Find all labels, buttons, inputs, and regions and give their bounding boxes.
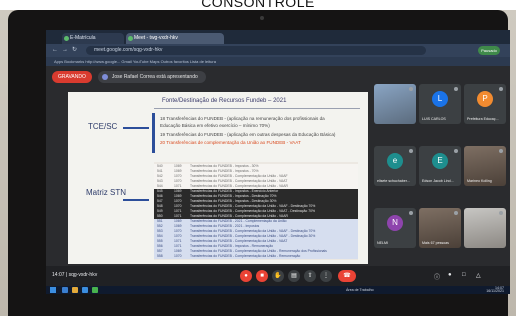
slide-line: 20 Transferências de complementação da U… (160, 140, 301, 145)
mic-status-icon (499, 87, 503, 91)
photo-caption: CONSONTROLE (201, 0, 315, 10)
row-code: 558 (157, 254, 163, 258)
mic-status-icon (454, 211, 458, 215)
recording-badge: GRAVANDO (52, 71, 92, 83)
back-icon[interactable]: ← (52, 47, 58, 54)
participant-tile[interactable] (464, 208, 506, 248)
participant-tile[interactable] (374, 84, 416, 124)
participant-tile[interactable]: E Edson Jacob Lind... (419, 146, 461, 186)
meeting-clock: 14:07 (52, 272, 65, 278)
tce-label: TCE/SC (88, 122, 118, 131)
participant-tile[interactable]: Marineo Kolling (464, 146, 506, 186)
participant-avatar: E (432, 153, 448, 169)
laptop-screen: E-Matrícula Meet - twg-vxdr-hkv ← → ↻ me… (46, 30, 510, 294)
participant-tile[interactable]: L LUIS CARLOS (419, 84, 461, 124)
mic-status-icon (409, 211, 413, 215)
row-description: Transferências do FUNDEB - Complementaçã… (190, 254, 301, 258)
url-field[interactable]: meet.google.com/sqg-vxdr-hkv (86, 46, 426, 55)
meeting-info: 14:07 | sqg-vxdr-hkv (52, 272, 98, 278)
participant-avatar: P (477, 91, 493, 107)
slide-line: 19 Transferências do FUNDEB - (aplicação… (160, 132, 336, 137)
captions-button[interactable]: ▤ (288, 270, 300, 282)
participant-avatar: e (387, 153, 403, 169)
mic-off-button[interactable]: ● (240, 270, 252, 282)
raise-hand-button[interactable]: ✋ (272, 270, 284, 282)
profile-button[interactable]: Pausado (478, 46, 500, 55)
presenter-text: Jose Rafael Correa está apresentando (111, 74, 198, 80)
mic-status-icon (409, 149, 413, 153)
participant-name: NELMI (377, 241, 388, 245)
meet-status-bar: GRAVANDO Jose Rafael Correa está apresen… (52, 71, 206, 83)
meet-window: GRAVANDO Jose Rafael Correa está apresen… (46, 66, 510, 266)
mic-status-icon (454, 87, 458, 91)
presenter-avatar-icon (101, 74, 108, 80)
present-button[interactable]: ⇧ (304, 270, 316, 282)
laptop-bezel: E-Matrícula Meet - twg-vxdr-hkv ← → ↻ me… (8, 10, 510, 316)
tab-label: E-Matrícula (70, 35, 96, 41)
row-id: 1070 (174, 254, 182, 258)
chat-icon[interactable]: □ (462, 272, 466, 278)
slide-line: Educação Básica em efetivo exercício – m… (160, 123, 270, 128)
participant-tile[interactable]: P Prefeitura Educaç... (464, 84, 506, 124)
activities-icon[interactable]: △ (476, 272, 481, 279)
browser-tab-2[interactable]: Meet - twg-vxdr-hkv (126, 33, 224, 44)
browser-tab-bar: E-Matrícula Meet - twg-vxdr-hkv (46, 30, 510, 44)
participant-grid: L LUIS CARLOS P Prefeitura Educaç... e eliset… (374, 74, 508, 260)
mic-status-icon (499, 211, 503, 215)
mic-status-icon (409, 87, 413, 91)
meet-favicon-icon (128, 36, 133, 41)
shared-slide: Fonte/Destinação de Recursos Fundeb – 20… (68, 92, 368, 264)
participant-tile[interactable]: N NELMI (374, 208, 416, 248)
tray-date: 16/11/2021 (486, 289, 504, 294)
forward-icon[interactable]: → (62, 47, 68, 54)
tce-bracket (152, 113, 155, 153)
participant-tile[interactable]: Mais 67 pessoas (419, 208, 461, 248)
edge-icon[interactable] (82, 287, 88, 293)
explorer-icon[interactable] (62, 287, 68, 293)
more-options-button[interactable]: ⋮ (320, 270, 332, 282)
mic-status-icon (454, 149, 458, 153)
camera-off-button[interactable]: ■ (256, 270, 268, 282)
browser-tab-1[interactable]: E-Matrícula (62, 33, 124, 44)
tab-favicon-icon (64, 36, 69, 41)
participant-name: LUIS CARLOS (422, 117, 446, 121)
start-icon[interactable] (50, 287, 56, 293)
title-divider (154, 108, 360, 109)
tray-label[interactable]: Área de Trabalho (346, 288, 374, 292)
info-icon[interactable]: ⓘ (434, 272, 440, 281)
participant-name: elisete schuchaber... (377, 179, 410, 183)
participant-name: Marineo Kolling (467, 179, 492, 183)
webcam (260, 16, 264, 20)
stn-table: 540 1069 Transferências do FUNDEB - Impost… (154, 162, 358, 260)
participant-name: Edson Jacob Lind... (422, 179, 454, 183)
participant-name: Mais 67 pessoas (422, 241, 449, 245)
folder-icon[interactable] (72, 287, 78, 293)
tce-arrow (123, 127, 149, 129)
hang-up-button[interactable]: ☎ (338, 270, 356, 282)
tab-label: Meet - twg-vxdr-hkv (134, 35, 178, 41)
meet-control-bar: 14:07 | sqg-vxdr-hkv ● ■ ✋ ▤ ⇧ ⋮ ☎ ⓘ ● □… (46, 266, 510, 286)
participant-name: Prefeitura Educaç... (467, 117, 499, 121)
participant-avatar: N (387, 215, 403, 231)
participant-tile[interactable]: e elisete schuchaber... (374, 146, 416, 186)
slide-line: 18 Transferências do FUNDEB - (aplicação… (160, 116, 325, 121)
system-clock[interactable]: 14:07 16/11/2021 (486, 286, 504, 294)
participant-avatar: L (432, 91, 448, 107)
people-icon[interactable]: ● (448, 272, 452, 278)
mic-status-icon (499, 149, 503, 153)
presenter-banner: Jose Rafael Correa está apresentando (97, 71, 206, 83)
chrome-icon[interactable] (92, 287, 98, 293)
meeting-code: sqg-vxdr-hkv (68, 272, 98, 278)
windows-taskbar: Área de Trabalho 14:07 16/11/2021 (46, 286, 510, 294)
reload-icon[interactable]: ↻ (72, 47, 77, 54)
matrix-arrow (123, 199, 149, 201)
address-bar-row: ← → ↻ meet.google.com/sqg-vxdr-hkv Pausa… (46, 44, 510, 57)
slide-title: Fonte/Destinação de Recursos Fundeb – 20… (162, 98, 287, 104)
bookmarks-bar[interactable]: Apps Bookmarks http://www.google... Gmai… (46, 57, 510, 66)
table-row: 558 1070 Transferências do FUNDEB - Comple… (154, 254, 358, 259)
matrix-label: Matriz STN (86, 188, 126, 197)
